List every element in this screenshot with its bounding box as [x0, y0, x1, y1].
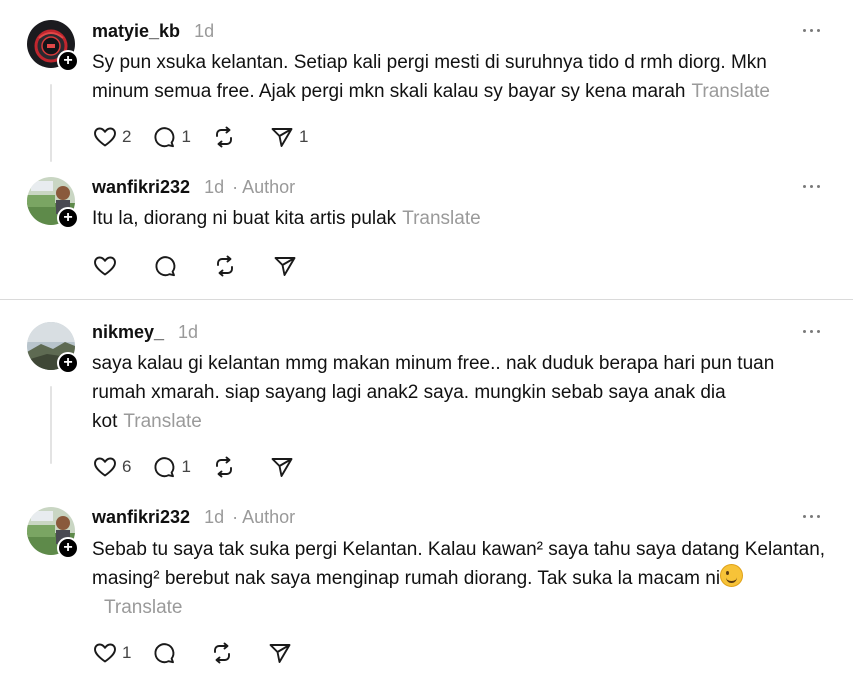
more-options-icon[interactable]	[802, 20, 822, 40]
timestamp[interactable]: 1d	[178, 322, 198, 343]
like-count: 6	[122, 457, 132, 476]
translate-link[interactable]: Translate	[691, 81, 770, 102]
author-label: · Author	[232, 176, 296, 197]
translate-link[interactable]: Translate	[402, 208, 481, 229]
like-button[interactable]: 2	[92, 124, 131, 150]
comment-header: wanfikri232 1d · Author	[92, 506, 295, 528]
like-count: 1	[122, 643, 132, 662]
thread-line	[50, 386, 52, 464]
repost-button[interactable]	[211, 454, 249, 480]
comment-icon	[155, 256, 176, 277]
like-button[interactable]: 6	[92, 454, 131, 480]
repost-icon	[215, 126, 232, 148]
follow-plus-icon[interactable]: +	[57, 537, 79, 559]
more-options-icon[interactable]	[802, 506, 822, 526]
comment-header: wanfikri232 1d · Author	[92, 176, 295, 198]
share-button[interactable]	[269, 454, 307, 480]
comment-text: Itu la, diorang ni buat kita artis pulak…	[92, 208, 481, 229]
send-icon	[271, 128, 293, 147]
comment-text: saya kalau gi kelantan mmg makan minum f…	[92, 353, 775, 432]
share-button[interactable]: 1	[269, 124, 308, 150]
timestamp[interactable]: 1d	[204, 177, 224, 198]
reply-button[interactable]: 1	[151, 124, 191, 150]
action-bar	[92, 253, 318, 279]
heart-icon	[94, 256, 116, 276]
username[interactable]: wanfikri232	[92, 177, 190, 198]
more-options-icon[interactable]	[802, 176, 822, 196]
heart-icon	[94, 457, 116, 477]
thread-line	[50, 84, 52, 162]
like-count: 2	[122, 127, 132, 146]
comment-text: Sy pun xsuka kelantan. Setiap kali pergi…	[92, 52, 770, 102]
comment-icon	[154, 643, 175, 664]
send-icon	[274, 257, 296, 276]
comment-text: Sebab tu saya tak suka pergi Kelantan. K…	[92, 539, 826, 618]
winking-face-emoji-icon	[720, 564, 744, 587]
follow-plus-icon[interactable]: +	[57, 50, 79, 72]
avatar[interactable]: +	[27, 20, 79, 72]
like-button[interactable]	[92, 253, 118, 279]
reply-button[interactable]	[152, 253, 178, 279]
follow-plus-icon[interactable]: +	[57, 207, 79, 229]
comment-header: matyie_kb 1d	[92, 20, 214, 42]
more-options-icon[interactable]	[802, 321, 822, 341]
avatar[interactable]: +	[27, 322, 79, 374]
comment-icon	[154, 457, 175, 478]
action-bar: 6 1	[92, 454, 327, 480]
avatar[interactable]: +	[27, 177, 79, 229]
reply-button[interactable]: 1	[151, 454, 191, 480]
heart-icon	[94, 127, 116, 147]
repost-icon	[215, 456, 232, 478]
action-bar: 1	[92, 640, 313, 666]
comment-header: nikmey_ 1d	[92, 321, 198, 343]
avatar[interactable]: +	[27, 507, 79, 559]
share-button[interactable]	[267, 640, 293, 666]
repost-button[interactable]	[212, 253, 238, 279]
translate-link[interactable]: Translate	[104, 597, 183, 618]
username[interactable]: wanfikri232	[92, 507, 190, 528]
username[interactable]: nikmey_	[92, 322, 164, 343]
username[interactable]: matyie_kb	[92, 21, 180, 42]
translate-link[interactable]: Translate	[123, 411, 202, 432]
timestamp[interactable]: 1d	[204, 507, 224, 528]
send-icon	[271, 458, 293, 477]
reply-button[interactable]	[151, 640, 177, 666]
share-button[interactable]	[272, 253, 298, 279]
repost-button[interactable]	[209, 640, 235, 666]
share-count: 1	[298, 127, 309, 146]
author-label: · Author	[232, 506, 296, 527]
follow-plus-icon[interactable]: +	[57, 352, 79, 374]
reply-count: 1	[181, 127, 191, 146]
comment-icon	[154, 127, 175, 148]
reply-count: 1	[181, 457, 191, 476]
timestamp[interactable]: 1d	[194, 21, 214, 42]
repost-icon	[217, 255, 233, 277]
heart-icon	[94, 643, 116, 663]
repost-icon	[214, 642, 231, 664]
thread-divider	[0, 299, 853, 300]
like-button[interactable]: 1	[92, 640, 131, 666]
repost-button[interactable]	[211, 124, 249, 150]
send-icon	[270, 644, 291, 663]
action-bar: 2 1 1	[92, 124, 328, 150]
